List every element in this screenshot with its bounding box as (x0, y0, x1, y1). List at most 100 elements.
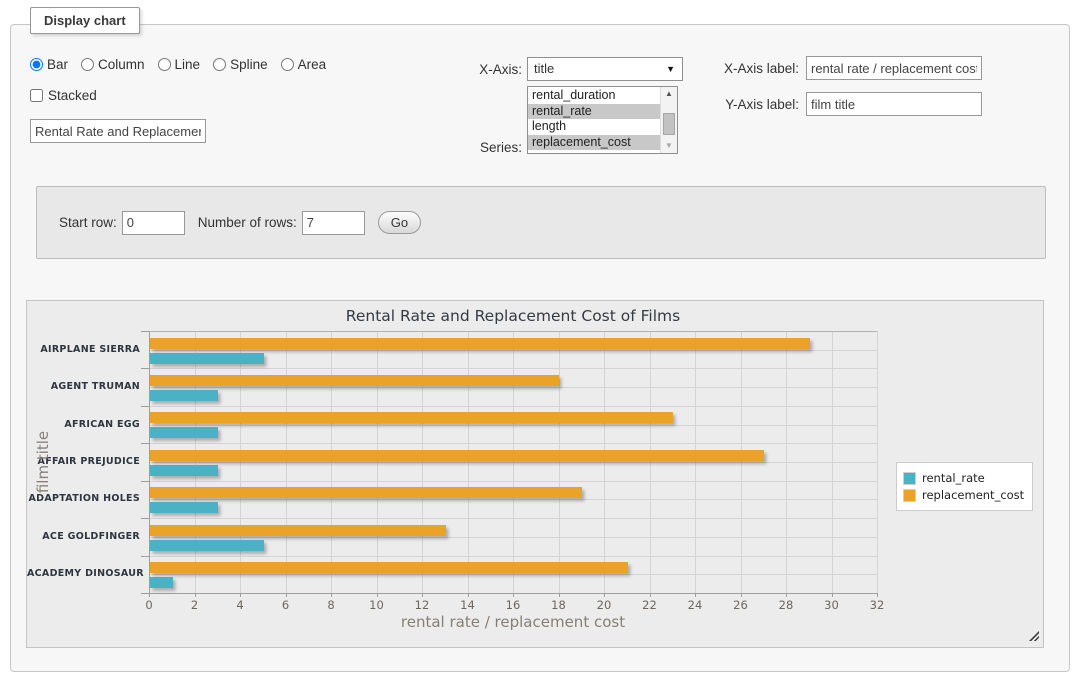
x-axis-selected-value: title (534, 61, 554, 76)
gridline-horizontal (149, 481, 877, 482)
chart-container: Rental Rate and Replacement Cost of Film… (26, 300, 1044, 648)
series-option-length[interactable]: length (528, 119, 660, 135)
bar-replacement_cost (150, 562, 628, 573)
gridline-horizontal (149, 443, 877, 444)
chart-type-radio-column[interactable] (81, 58, 94, 71)
chart-type-bar[interactable]: Bar (30, 57, 68, 72)
series-option-rental_duration[interactable]: rental_duration (528, 88, 660, 104)
gridline-horizontal (149, 350, 877, 351)
chart-y-axis-title: film title (34, 392, 50, 532)
gridline-horizontal (149, 387, 877, 388)
x-axis-tick-label: 16 (498, 598, 528, 612)
bar-rental_rate (150, 353, 264, 364)
num-rows-input[interactable] (302, 211, 365, 235)
chart-type-area[interactable]: Area (281, 57, 327, 72)
fieldset-legend: Display chart (30, 7, 140, 34)
bar-replacement_cost (150, 525, 446, 536)
y-axis-tick (141, 481, 149, 482)
chart-type-radio-line[interactable] (158, 58, 171, 71)
category-label: AGENT TRUMAN (27, 381, 140, 392)
stacked-checkbox[interactable] (30, 89, 43, 102)
go-button[interactable]: Go (378, 211, 421, 234)
x-axis-select[interactable]: title ▼ (527, 57, 683, 81)
bar-rental_rate (150, 427, 218, 438)
gridline-horizontal (149, 499, 877, 500)
resize-handle-icon[interactable] (1029, 631, 1039, 641)
plot-border-top (149, 331, 877, 332)
x-axis-tick-label: 18 (544, 598, 574, 612)
x-axis-tick-label: 20 (589, 598, 619, 612)
y-axis-line (149, 331, 150, 593)
x-axis-tick-label: 10 (362, 598, 392, 612)
chart-type-label: Area (298, 57, 327, 72)
gridline-horizontal (149, 406, 877, 407)
scroll-down-icon[interactable]: ▼ (661, 139, 677, 153)
start-row-label: Start row: (59, 215, 117, 230)
chart-title-input[interactable] (30, 119, 206, 143)
series-option-rental_rate[interactable]: rental_rate (528, 104, 660, 120)
gridline-horizontal (149, 518, 877, 519)
chart-type-radio-area[interactable] (281, 58, 294, 71)
x-axis-tick-label: 8 (316, 598, 346, 612)
chart-type-radio-bar[interactable] (30, 58, 43, 71)
chart-type-label: Line (175, 57, 201, 72)
bar-rental_rate (150, 540, 264, 551)
legend-item-rental_rate: rental_rate (903, 471, 1024, 485)
chart-type-spline[interactable]: Spline (213, 57, 268, 72)
chart-title: Rental Rate and Replacement Cost of Film… (149, 307, 877, 325)
chart-legend: rental_ratereplacement_cost (896, 462, 1033, 511)
chart-type-radio-spline[interactable] (213, 58, 226, 71)
x-axis-line (149, 593, 877, 594)
x-axis-tick-label: 22 (635, 598, 665, 612)
y-axis-label-field-label: Y-Axis label: (712, 97, 799, 112)
y-axis-tick (141, 368, 149, 369)
y-axis-tick (141, 406, 149, 407)
chart-type-label: Bar (47, 57, 68, 72)
bar-replacement_cost (150, 487, 582, 498)
gridline-horizontal (149, 537, 877, 538)
y-axis-tick (141, 443, 149, 444)
series-scrollbar[interactable]: ▲ ▼ (660, 87, 677, 153)
chart-x-axis-title: rental rate / replacement cost (149, 613, 877, 631)
bar-rental_rate (150, 465, 218, 476)
start-row-input[interactable] (122, 211, 185, 235)
gridline-horizontal (149, 462, 877, 463)
x-axis-label: X-Axis: (460, 62, 522, 77)
category-label: ACADEMY DINOSAUR (27, 568, 140, 579)
chart-type-column[interactable]: Column (81, 57, 145, 72)
x-axis-tick-label: 32 (862, 598, 892, 612)
gridline-horizontal (149, 368, 877, 369)
num-rows-label: Number of rows: (198, 215, 297, 230)
legend-swatch (903, 489, 916, 502)
scrollbar-thumb[interactable] (663, 113, 675, 135)
x-axis-tick-label: 12 (407, 598, 437, 612)
stacked-label: Stacked (48, 88, 97, 103)
chart-type-options: Bar Column Line Spline Area (30, 57, 326, 72)
series-options: rental_durationrental_ratelengthreplacem… (528, 88, 660, 150)
y-axis-tick (141, 556, 149, 557)
category-label: ACE GOLDFINGER (27, 531, 140, 542)
gridline-horizontal (149, 425, 877, 426)
x-axis-tick-label: 6 (271, 598, 301, 612)
x-axis-tick-label: 24 (680, 598, 710, 612)
bar-rental_rate (150, 502, 218, 513)
legend-swatch (903, 472, 916, 485)
legend-label: rental_rate (922, 471, 985, 485)
series-option-replacement_cost[interactable]: replacement_cost (528, 135, 660, 151)
x-axis-tick (877, 593, 878, 597)
series-listbox[interactable]: rental_durationrental_ratelengthreplacem… (527, 86, 678, 154)
x-axis-tick-label: 2 (180, 598, 210, 612)
stacked-option[interactable]: Stacked (30, 88, 97, 103)
x-axis-label-input[interactable] (806, 56, 982, 80)
x-axis-tick-label: 4 (225, 598, 255, 612)
scroll-up-icon[interactable]: ▲ (661, 87, 677, 101)
x-axis-tick-label: 28 (771, 598, 801, 612)
chart-type-line[interactable]: Line (158, 57, 201, 72)
rows-panel: Start row: Number of rows: Go (36, 186, 1046, 259)
x-axis-tick-label: 26 (726, 598, 756, 612)
x-axis-label-field-label: X-Axis label: (712, 61, 799, 76)
series-label: Series: (460, 140, 522, 155)
y-axis-label-input[interactable] (806, 92, 982, 116)
x-axis-tick-label: 30 (817, 598, 847, 612)
gridline-horizontal (149, 556, 877, 557)
